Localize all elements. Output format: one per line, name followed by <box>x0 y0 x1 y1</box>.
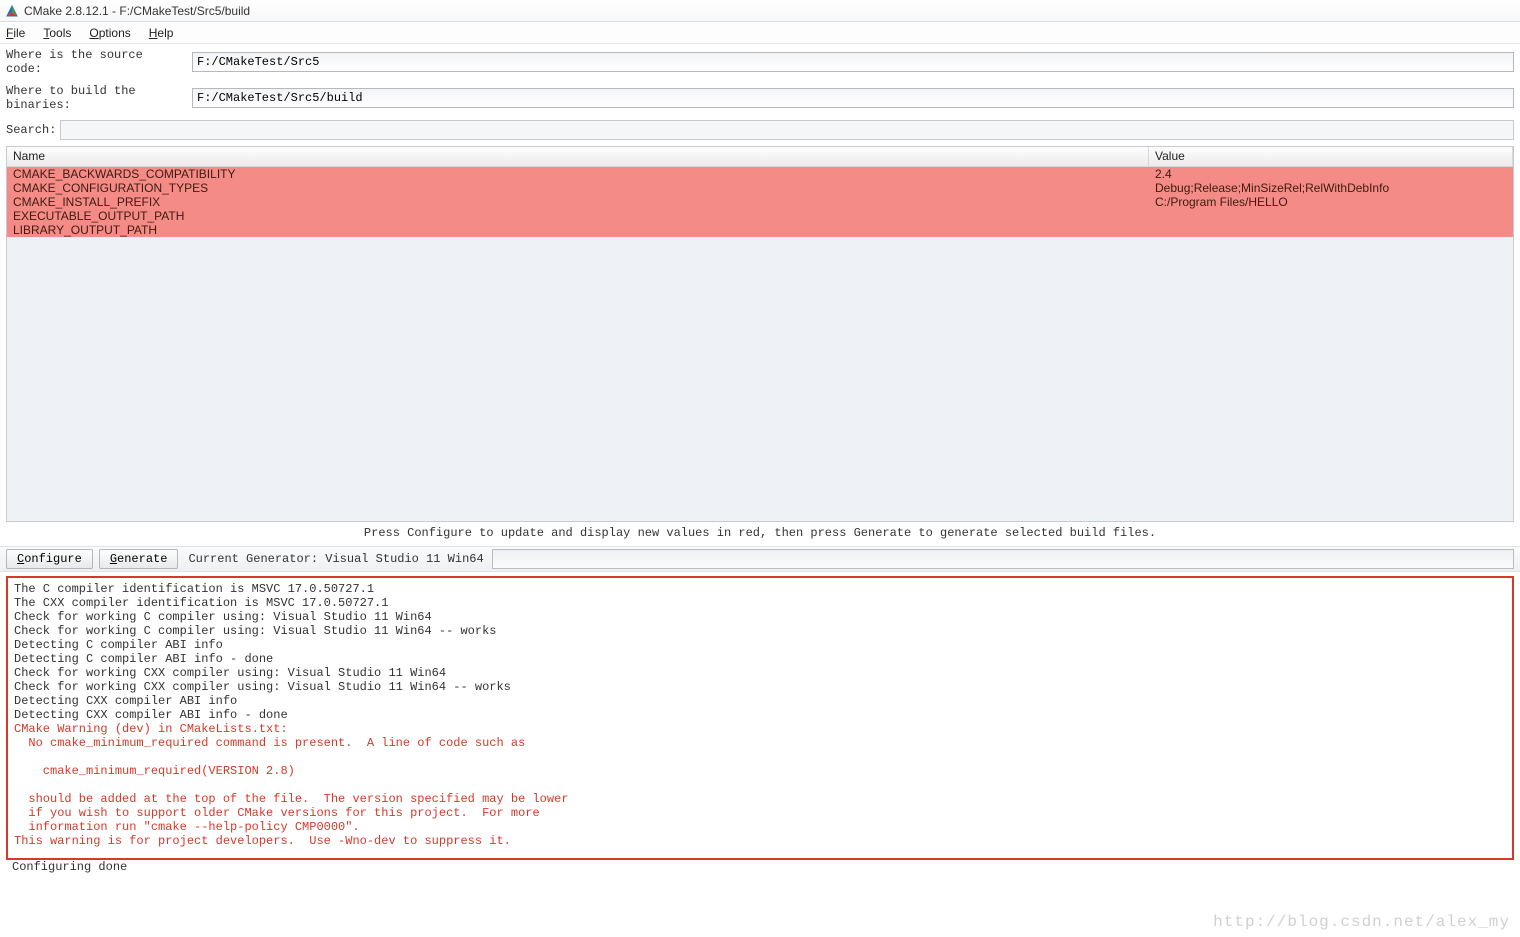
output-line: Detecting CXX compiler ABI info <box>14 694 1506 708</box>
cmake-icon <box>6 5 18 17</box>
output-line: Detecting CXX compiler ABI info - done <box>14 708 1506 722</box>
source-label: Where is the source code: <box>6 48 186 76</box>
search-input[interactable] <box>60 120 1514 140</box>
search-label: Search: <box>6 123 54 137</box>
menu-tools[interactable]: Tools <box>41 24 73 42</box>
output-line <box>14 750 1506 764</box>
col-header-value[interactable]: Value <box>1149 147 1513 166</box>
output-line: if you wish to support older CMake versi… <box>14 806 1506 820</box>
titlebar: CMake 2.8.12.1 - F:/CMakeTest/Src5/build <box>0 0 1520 22</box>
table-row[interactable]: CMAKE_BACKWARDS_COMPATIBILITY2.4 <box>7 167 1513 181</box>
button-row: Configure Generate Current Generator: Vi… <box>0 546 1520 572</box>
col-header-name[interactable]: Name <box>7 147 1149 166</box>
table-row[interactable]: CMAKE_INSTALL_PREFIXC:/Program Files/HEL… <box>7 195 1513 209</box>
menu-help[interactable]: Help <box>147 24 176 42</box>
output-line: Detecting C compiler ABI info - done <box>14 652 1506 666</box>
generator-label: Current Generator: Visual Studio 11 Win6… <box>188 552 483 566</box>
cache-value[interactable]: C:/Program Files/HELLO <box>1149 195 1513 209</box>
output-line: CMake Warning (dev) in CMakeLists.txt: <box>14 722 1506 736</box>
cache-header: Name Value <box>7 147 1513 167</box>
output-line: The C compiler identification is MSVC 17… <box>14 582 1506 596</box>
cache-name: CMAKE_INSTALL_PREFIX <box>7 195 1149 209</box>
build-label: Where to build the binaries: <box>6 84 186 112</box>
build-input[interactable] <box>192 88 1514 108</box>
menu-file[interactable]: File <box>4 24 27 42</box>
table-row[interactable]: EXECUTABLE_OUTPUT_PATH <box>7 209 1513 223</box>
output-line: No cmake_minimum_required command is pre… <box>14 736 1506 750</box>
source-input[interactable] <box>192 52 1514 72</box>
cache-value[interactable] <box>1149 223 1513 237</box>
cache-value[interactable] <box>1149 209 1513 223</box>
cache-value[interactable]: 2.4 <box>1149 167 1513 181</box>
output-line: The CXX compiler identification is MSVC … <box>14 596 1506 610</box>
table-row[interactable]: CMAKE_CONFIGURATION_TYPESDebug;Release;M… <box>7 181 1513 195</box>
output-line: Check for working CXX compiler using: Vi… <box>14 680 1506 694</box>
generate-button[interactable]: Generate <box>99 549 179 569</box>
cache-name: EXECUTABLE_OUTPUT_PATH <box>7 209 1149 223</box>
source-row: Where is the source code: <box>0 44 1520 80</box>
cache-name: LIBRARY_OUTPUT_PATH <box>7 223 1149 237</box>
watermark-text: http://blog.csdn.net/alex_my <box>1213 913 1510 931</box>
output-line: Check for working C compiler using: Visu… <box>14 610 1506 624</box>
cache-body: CMAKE_BACKWARDS_COMPATIBILITY2.4CMAKE_CO… <box>7 167 1513 521</box>
table-row[interactable]: LIBRARY_OUTPUT_PATH <box>7 223 1513 237</box>
menubar: File Tools Options Help <box>0 22 1520 44</box>
generator-field <box>492 549 1514 569</box>
build-row: Where to build the binaries: <box>0 80 1520 116</box>
output-line: This warning is for project developers. … <box>14 834 1506 848</box>
post-output-line: Configuring done <box>0 860 1520 874</box>
cache-name: CMAKE_CONFIGURATION_TYPES <box>7 181 1149 195</box>
cache-name: CMAKE_BACKWARDS_COMPATIBILITY <box>7 167 1149 181</box>
output-line <box>14 778 1506 792</box>
hint-text: Press Configure to update and display ne… <box>0 522 1520 546</box>
output-area[interactable]: The C compiler identification is MSVC 17… <box>6 576 1514 860</box>
cache-table: Name Value CMAKE_BACKWARDS_COMPATIBILITY… <box>6 146 1514 522</box>
output-line: should be added at the top of the file. … <box>14 792 1506 806</box>
output-line: Check for working CXX compiler using: Vi… <box>14 666 1506 680</box>
output-line: Check for working C compiler using: Visu… <box>14 624 1506 638</box>
cache-value[interactable]: Debug;Release;MinSizeRel;RelWithDebInfo <box>1149 181 1513 195</box>
output-line: Detecting C compiler ABI info <box>14 638 1506 652</box>
output-line: cmake_minimum_required(VERSION 2.8) <box>14 764 1506 778</box>
search-row: Search: <box>0 116 1520 144</box>
output-line: information run "cmake --help-policy CMP… <box>14 820 1506 834</box>
window-title: CMake 2.8.12.1 - F:/CMakeTest/Src5/build <box>24 4 250 18</box>
configure-button[interactable]: Configure <box>6 549 93 569</box>
menu-options[interactable]: Options <box>87 24 132 42</box>
